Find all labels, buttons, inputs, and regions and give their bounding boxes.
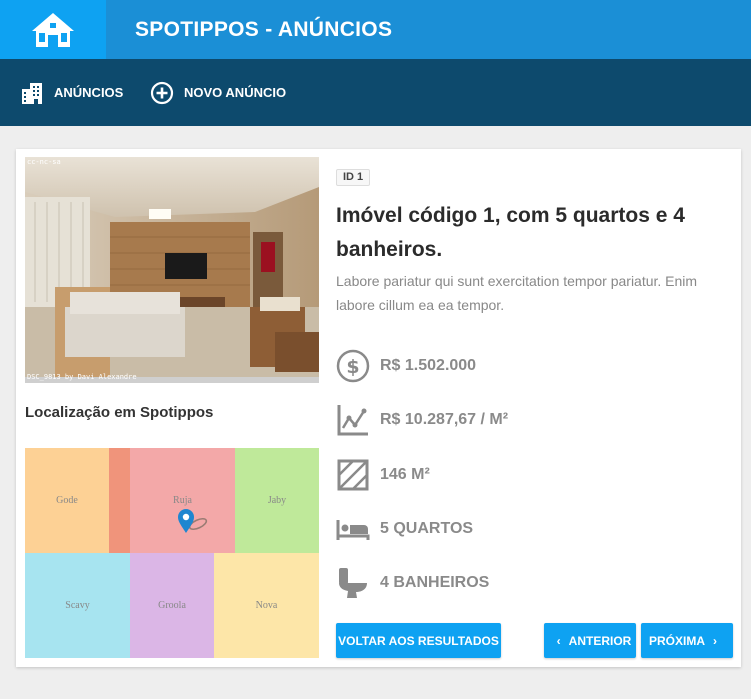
- bedrooms-text: 5 QUARTOS: [380, 520, 474, 537]
- nav-item-anuncios[interactable]: ANÚNCIOS: [20, 59, 123, 126]
- region-scavy: Scavy: [25, 553, 130, 658]
- area-text: 146 M²: [380, 466, 430, 483]
- bed-icon: [336, 520, 370, 540]
- buildings-icon: [22, 82, 42, 104]
- back-button-label: VOLTAR AOS RESULTADOS: [338, 633, 499, 648]
- next-button-label: PRÓXIMA: [648, 633, 705, 648]
- chevron-right-icon: ›: [713, 633, 717, 648]
- location-title: Localização em Spotippos: [25, 404, 214, 421]
- feature-bedrooms: 5 QUARTOS: [336, 512, 473, 546]
- region-gode: Gode: [25, 448, 109, 553]
- bathrooms-text: 4 BANHEIROS: [380, 574, 490, 591]
- nav-item-novo-anuncio[interactable]: NOVO ANÚNCIO: [150, 59, 286, 126]
- region-jaby: Jaby: [235, 448, 319, 553]
- region-nova: Nova: [214, 553, 319, 658]
- nav-item-label: NOVO ANÚNCIO: [184, 85, 287, 100]
- region-groola: Groola: [130, 553, 214, 658]
- previous-button[interactable]: ‹ ANTERIOR: [544, 623, 636, 658]
- living-room-image: [25, 157, 319, 383]
- location-map[interactable]: Gode Ruja Jaby Scavy Groola Nova: [25, 448, 319, 658]
- property-title: Imóvel código 1, com 5 quartos e 4 banhe…: [336, 204, 685, 261]
- area-square-icon: [337, 459, 369, 491]
- region-overlap: [109, 448, 130, 553]
- feature-bathrooms: 4 BANHEIROS: [336, 566, 489, 600]
- house-logo-icon: [32, 12, 74, 47]
- back-to-results-button[interactable]: VOLTAR AOS RESULTADOS: [336, 623, 501, 658]
- feature-area: 146 M²: [336, 458, 430, 492]
- toilet-icon: [339, 568, 367, 598]
- page-title: SPOTIPPOS - ANÚNCIOS: [135, 18, 393, 41]
- previous-button-label: ANTERIOR: [568, 633, 632, 648]
- dollar-icon: $: [336, 349, 370, 383]
- photo-caption: DSC_9813 by Davi Alexandre: [27, 373, 137, 381]
- logo[interactable]: [0, 0, 106, 59]
- price-per-m2-text: R$ 10.287,67 / M²: [380, 411, 509, 428]
- plus-circle-icon: [150, 81, 174, 104]
- property-photo[interactable]: cc-nc-sa DSC_9813 by Davi Alexandre: [25, 157, 319, 383]
- listing-card: cc-nc-sa DSC_9813 by Davi Alexandre Loca…: [16, 149, 741, 667]
- next-button[interactable]: PRÓXIMA ›: [641, 623, 733, 658]
- map-pin-icon[interactable]: [176, 507, 210, 535]
- region-ruja: Ruja: [130, 448, 235, 553]
- chart-line-icon: [337, 405, 368, 436]
- main-nav: ANÚNCIOS NOVO ANÚNCIO: [0, 59, 751, 126]
- id-badge: ID 1: [336, 169, 371, 186]
- feature-price-per-m2: R$ 10.287,67 / M²: [336, 403, 508, 437]
- svg-text:$: $: [346, 356, 359, 378]
- license-badge: cc-nc-sa: [27, 158, 61, 166]
- chevron-left-icon: ‹: [556, 633, 561, 648]
- price-text: R$ 1.502.000: [380, 357, 477, 374]
- property-description: Labore pariatur qui sunt exercitation te…: [336, 273, 698, 313]
- app-header: SPOTIPPOS - ANÚNCIOS: [0, 0, 751, 59]
- nav-item-label: ANÚNCIOS: [54, 85, 124, 100]
- feature-price: $ R$ 1.502.000: [336, 349, 476, 383]
